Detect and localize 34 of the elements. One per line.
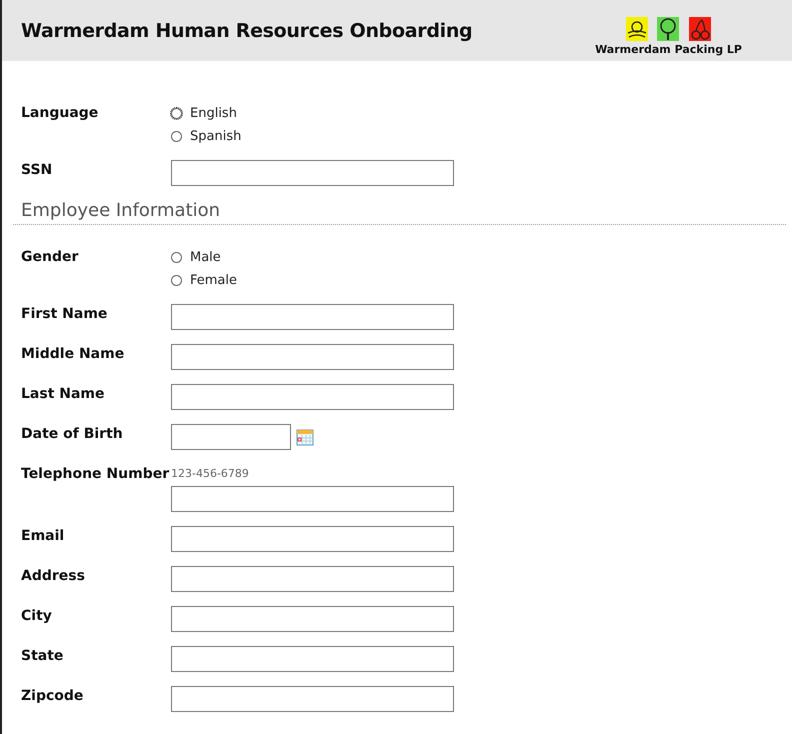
text-field[interactable]: [171, 344, 454, 370]
text-field[interactable]: [171, 304, 454, 330]
logo-caption: Warmerdam Packing LP: [595, 43, 742, 56]
field-label: State: [21, 647, 64, 666]
logo-icon: [624, 15, 714, 43]
field-label: City: [21, 607, 53, 626]
text-field[interactable]: [171, 160, 454, 186]
text-field[interactable]: [171, 566, 454, 592]
field-label: Zipcode: [21, 687, 84, 706]
field-label: Language: [21, 104, 100, 123]
field-label: First Name: [21, 305, 108, 324]
text-field[interactable]: [171, 384, 454, 410]
text-field[interactable]: [171, 686, 454, 712]
radio-option[interactable]: Spanish: [171, 126, 242, 146]
text-field[interactable]: [171, 486, 454, 512]
page-title: Warmerdam Human Resources Onboarding: [21, 20, 472, 42]
field-label: SSN: [21, 161, 54, 180]
date-field[interactable]: [171, 424, 291, 450]
field-label: Telephone Number: [21, 465, 170, 484]
text-field[interactable]: [171, 646, 454, 672]
radio-option[interactable]: English: [171, 103, 242, 123]
field-label: Address: [21, 567, 86, 586]
section-heading: Employee Information: [13, 200, 786, 225]
field-label: Email: [21, 527, 66, 546]
calendar-icon[interactable]: [296, 428, 314, 446]
field-label: Middle Name: [21, 345, 126, 364]
radio-option[interactable]: Female: [171, 270, 238, 290]
field-label: Last Name: [21, 385, 106, 404]
field-label: Gender: [21, 248, 80, 267]
radio-option[interactable]: Male: [171, 247, 238, 267]
field-label: Date of Birth: [21, 425, 124, 444]
format-hint: 123-456-6789: [171, 466, 250, 482]
text-field[interactable]: [171, 606, 454, 632]
text-field[interactable]: [171, 526, 454, 552]
